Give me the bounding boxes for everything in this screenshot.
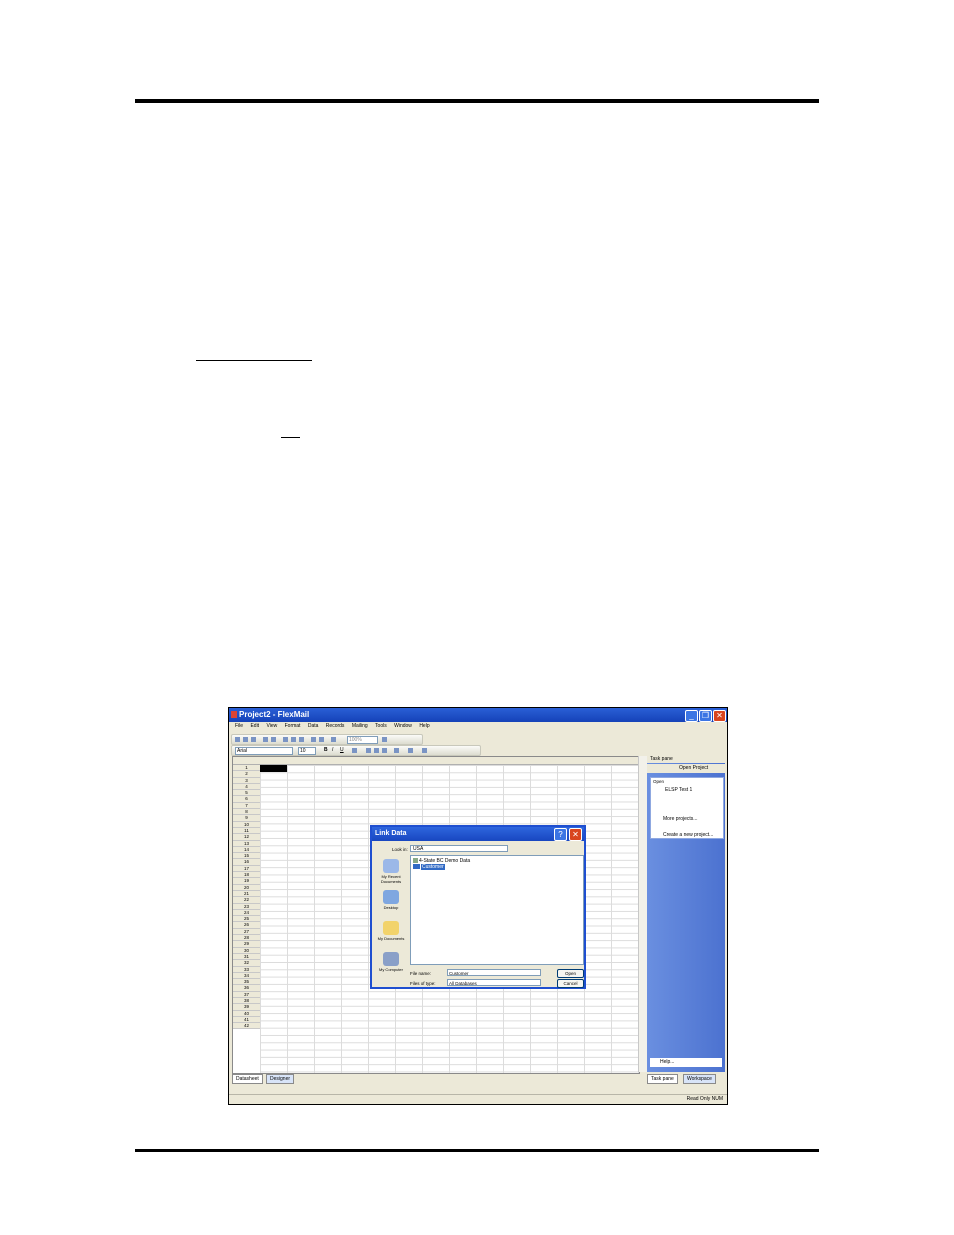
files-of-type-label: Files of type:: [410, 981, 436, 986]
vertical-scrollbar[interactable]: [638, 756, 647, 1072]
recent-project-link[interactable]: ELSP Test 1: [665, 787, 692, 793]
task-pane-nav: Open Project: [647, 764, 725, 773]
look-in-label: Look in:: [392, 847, 408, 852]
open-header: Open: [653, 779, 665, 784]
dialog-titlebar: Link Data ? ✕: [372, 827, 584, 841]
look-in-select[interactable]: USA: [410, 845, 508, 852]
desktop-icon: [383, 890, 399, 904]
file-list[interactable]: 4-State BC Demo Data Customer: [410, 855, 584, 965]
bold-button[interactable]: B: [324, 747, 328, 753]
align-right-icon[interactable]: [382, 748, 387, 753]
zoom-box[interactable]: 100%: [347, 736, 378, 744]
menu-window[interactable]: Window: [394, 723, 412, 729]
font-color-icon[interactable]: [408, 748, 413, 753]
view-tabs: Datasheet Designer: [232, 1073, 642, 1084]
column-header-row: [233, 757, 639, 765]
create-project-link[interactable]: Create a new project...: [663, 832, 713, 838]
screenshot: Project2 - FlexMail _ ❐ ✕ File Edit View…: [228, 707, 728, 1105]
close-button[interactable]: ✕: [713, 710, 726, 722]
row-headers: 1 2 3 4 5 6 7 8 9 10 11 12 13 14 15 16 1…: [233, 765, 260, 1030]
tab-datasheet[interactable]: Datasheet: [232, 1074, 263, 1084]
dialog-help-button[interactable]: ?: [554, 828, 567, 841]
line-color-icon[interactable]: [422, 748, 427, 753]
active-cell[interactable]: [260, 765, 287, 772]
tab-task-pane[interactable]: Task pane: [647, 1074, 678, 1084]
font-select[interactable]: Arial: [235, 747, 293, 755]
file-name-label: File name:: [410, 971, 432, 976]
my-documents-icon: [383, 921, 399, 935]
save-icon[interactable]: [251, 737, 256, 742]
redo-icon[interactable]: [319, 737, 324, 742]
preview-icon[interactable]: [271, 737, 276, 742]
file-name-input[interactable]: Customer: [447, 969, 541, 976]
place-desktop[interactable]: Desktop: [374, 890, 408, 910]
italic-button[interactable]: I: [332, 747, 333, 753]
paste-icon[interactable]: [299, 737, 304, 742]
status-read-only: Read Only NUM: [686, 1096, 723, 1102]
menu-help[interactable]: Help: [419, 723, 429, 729]
dialog-title: Link Data: [375, 830, 407, 837]
database-icon: [413, 858, 418, 864]
cancel-button[interactable]: Cancel: [557, 979, 584, 988]
place-recent[interactable]: My Recent Documents: [374, 859, 408, 884]
place-my-documents[interactable]: My Documents: [374, 921, 408, 941]
open-project-panel: Open ELSP Test 1 More projects... Create…: [650, 777, 724, 839]
help-icon[interactable]: [382, 737, 387, 742]
tab-designer[interactable]: Designer: [266, 1074, 295, 1084]
menu-mailing[interactable]: Mailing: [352, 723, 368, 729]
menu-edit[interactable]: Edit: [250, 723, 259, 729]
minimize-button[interactable]: _: [685, 710, 698, 722]
files-of-type-select[interactable]: All Databases: [447, 979, 541, 986]
underline-mark-2: [281, 437, 300, 438]
menu-view[interactable]: View: [266, 723, 277, 729]
menu-file[interactable]: File: [235, 723, 243, 729]
open-icon[interactable]: [243, 737, 248, 742]
tab-workspace[interactable]: Workspace: [683, 1074, 716, 1084]
fill-color-icon[interactable]: [352, 748, 357, 753]
help-link[interactable]: Help...: [650, 1058, 722, 1067]
bottom-rule: [135, 1149, 819, 1152]
borders-icon[interactable]: [394, 748, 399, 753]
menu-bar: File Edit View Format Data Records Maili…: [229, 723, 727, 732]
places-bar: My Recent Documents Desktop My Documents…: [374, 857, 408, 985]
font-size-select[interactable]: 10: [298, 747, 316, 755]
task-pane-title: Task pane: [647, 755, 725, 763]
cut-icon[interactable]: [283, 737, 288, 742]
row-header[interactable]: 42: [233, 1023, 260, 1030]
top-rule: [135, 99, 819, 103]
place-my-computer[interactable]: My Computer: [374, 952, 408, 972]
recent-documents-icon: [383, 859, 399, 873]
menu-data[interactable]: Data: [308, 723, 319, 729]
undo-icon[interactable]: [311, 737, 316, 742]
standard-toolbar: 100%: [231, 734, 423, 745]
menu-tools[interactable]: Tools: [375, 723, 387, 729]
window-title: Project2 - FlexMail: [239, 710, 310, 719]
link-data-dialog: Link Data ? ✕ Look in: USA My Recent Doc…: [370, 825, 586, 989]
open-button[interactable]: Open: [557, 969, 584, 978]
database-icon: [413, 864, 420, 870]
sort-icon[interactable]: [331, 737, 336, 742]
window-titlebar: Project2 - FlexMail _ ❐ ✕: [229, 708, 727, 722]
file-item-selected[interactable]: Customer: [413, 864, 445, 870]
menu-format[interactable]: Format: [285, 723, 301, 729]
align-center-icon[interactable]: [374, 748, 379, 753]
task-pane-tabs: Task pane Workspace: [647, 1073, 725, 1084]
copy-icon[interactable]: [291, 737, 296, 742]
dialog-close-button[interactable]: ✕: [569, 828, 582, 841]
more-projects-link[interactable]: More projects...: [663, 816, 697, 822]
restore-button[interactable]: ❐: [699, 710, 712, 722]
new-icon[interactable]: [235, 737, 240, 742]
format-toolbar: Arial 10 B I U: [231, 745, 481, 756]
open-project-dropdown[interactable]: Open Project: [679, 765, 708, 771]
my-computer-icon: [383, 952, 399, 966]
menu-records[interactable]: Records: [326, 723, 345, 729]
underline-mark-1: [196, 360, 312, 361]
underline-button[interactable]: U: [340, 747, 344, 753]
task-pane: Task pane Open Project Open ELSP Test 1 …: [647, 755, 725, 1072]
print-icon[interactable]: [263, 737, 268, 742]
app-icon: [231, 711, 237, 718]
drawing-toolbar: [232, 1084, 532, 1093]
status-bar: Read Only NUM: [229, 1094, 727, 1104]
align-left-icon[interactable]: [366, 748, 371, 753]
